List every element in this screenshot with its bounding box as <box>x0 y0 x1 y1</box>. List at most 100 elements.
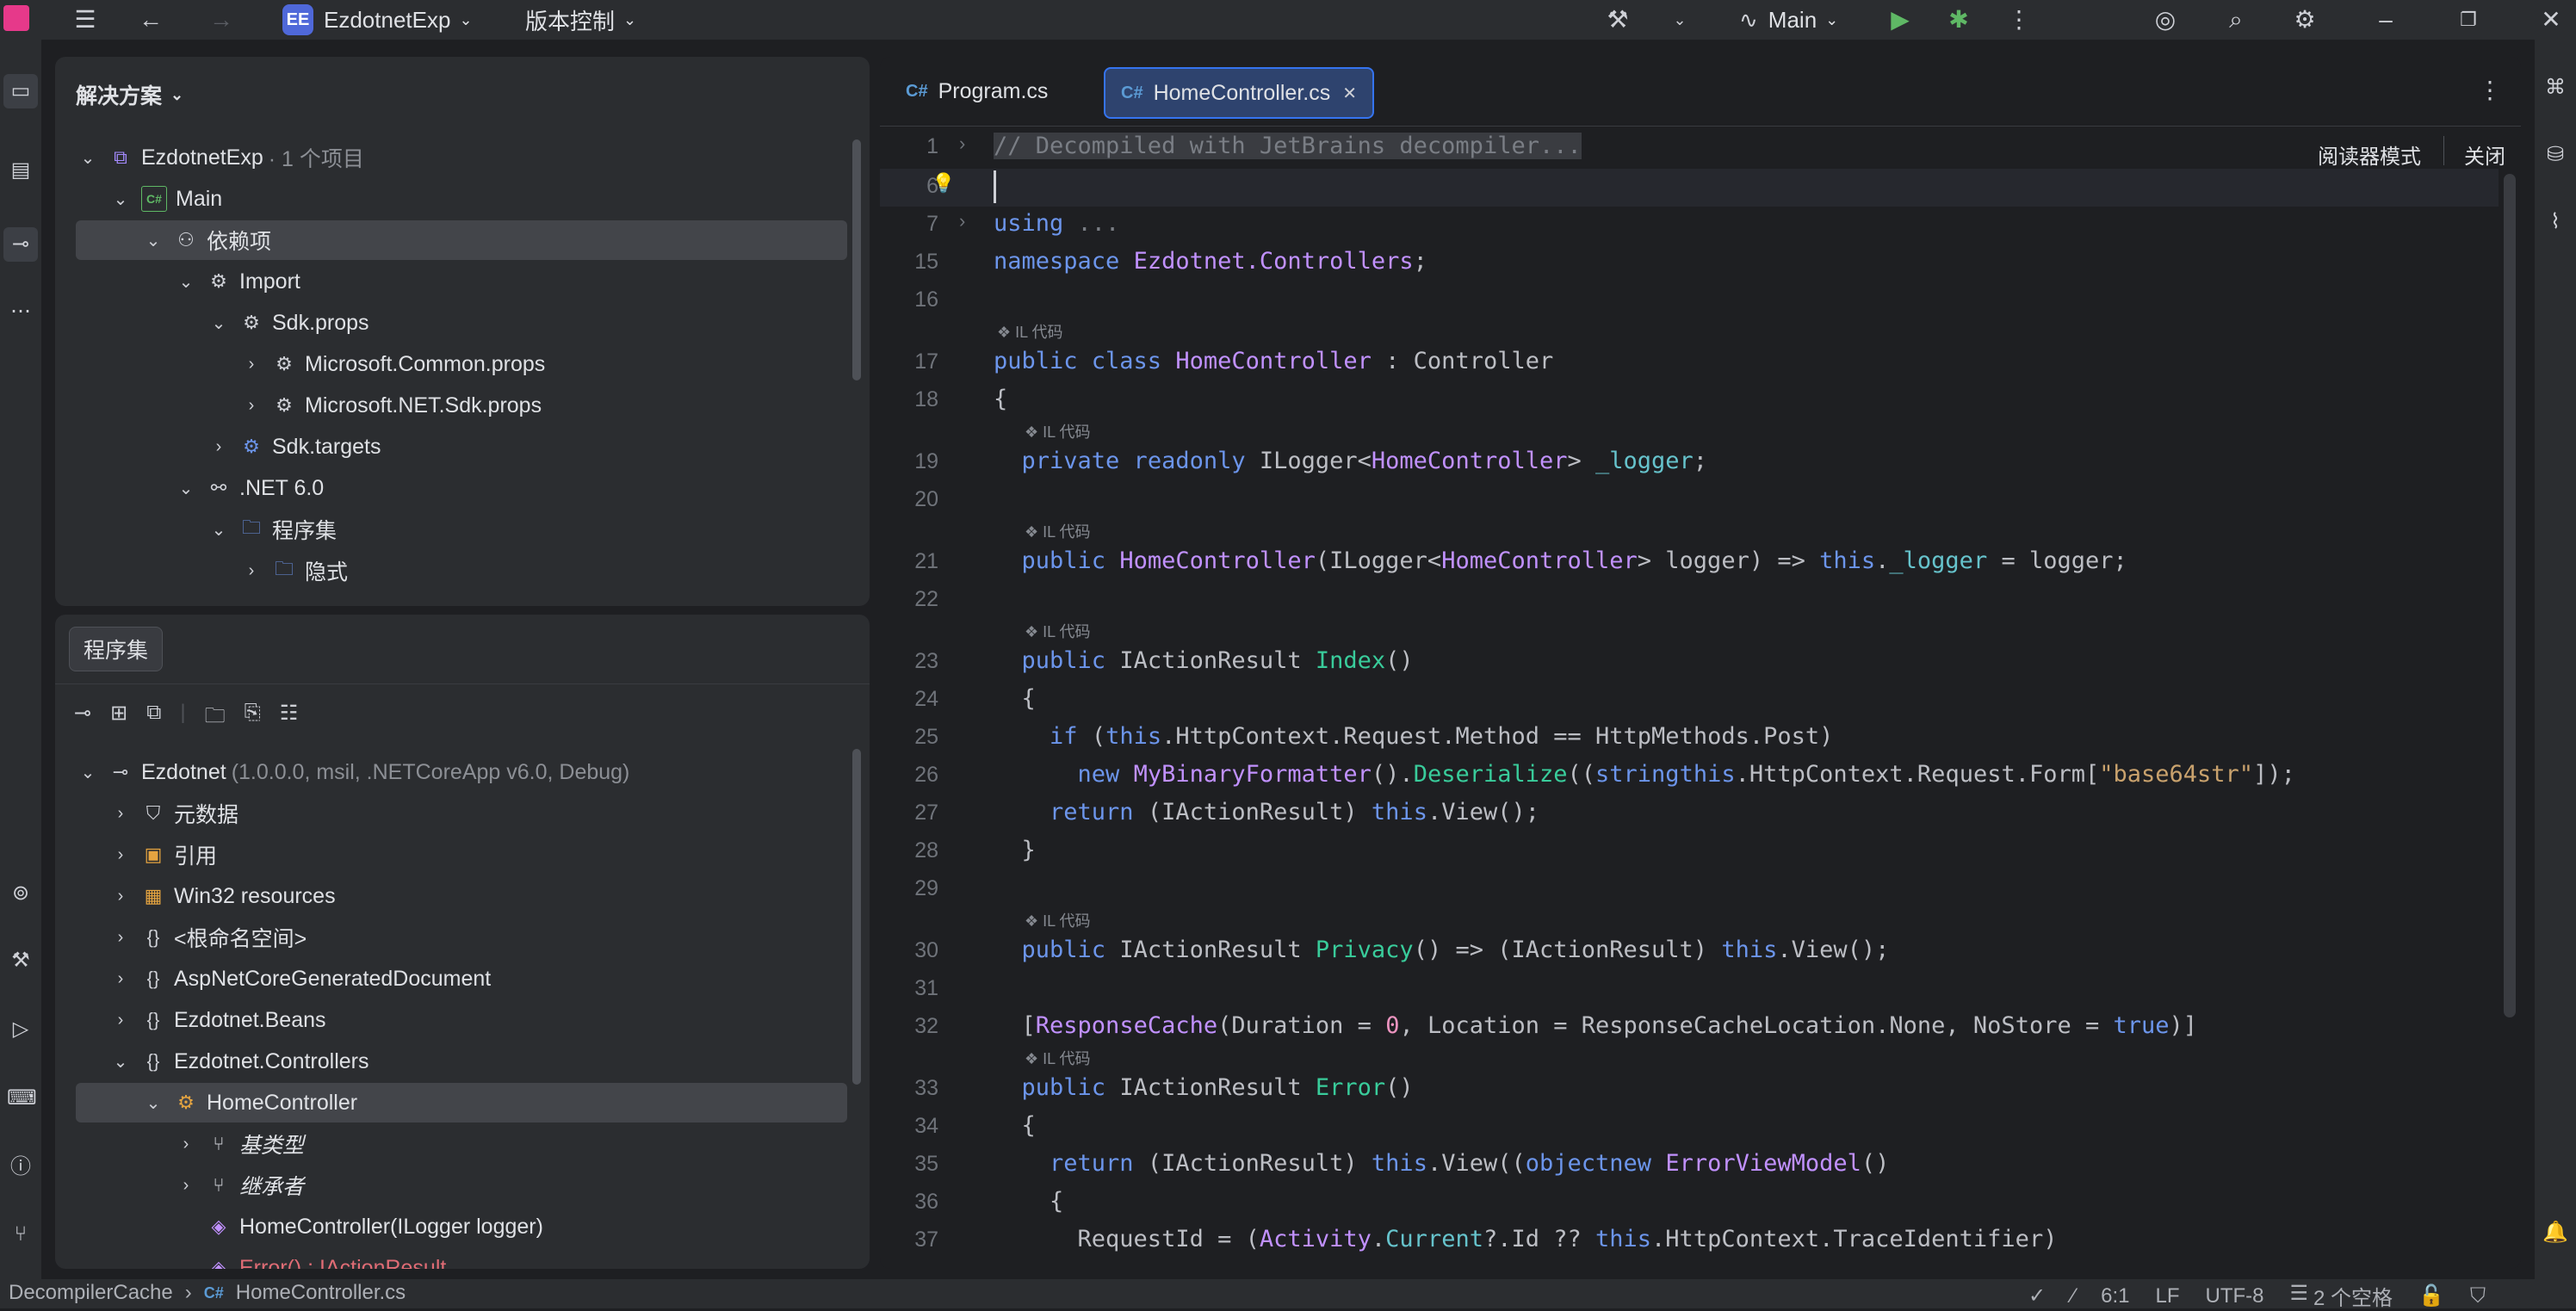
run-tool-icon[interactable]: ▷ <box>7 1016 34 1043</box>
code-line[interactable]: { <box>994 685 1036 712</box>
code-line[interactable]: } <box>994 837 1036 863</box>
settings-gear-icon[interactable]: ⚙ <box>2292 7 2318 33</box>
code-line[interactable]: { <box>994 386 1007 412</box>
code-line[interactable]: using ... <box>994 210 1119 237</box>
code-line[interactable]: namespace Ezdotnet.Controllers; <box>994 248 1441 275</box>
restore-icon[interactable]: ❐ <box>2455 7 2481 33</box>
project-selector[interactable]: EE EzdotnetExp ⌄ <box>282 0 473 40</box>
code-line[interactable]: if (this.HttpContext.Request.Method == H… <box>994 723 1833 750</box>
il-code-hint[interactable]: ❖ IL 代码 <box>1025 909 1091 931</box>
tree-item-assemblies[interactable]: ⌄ 🗀 程序集 <box>210 510 337 549</box>
services-icon[interactable]: ⊚ <box>7 880 34 907</box>
fold-expand-icon[interactable]: › <box>959 210 965 232</box>
build-hammer-icon[interactable]: ⚒ <box>1605 7 1631 33</box>
terminal-icon[interactable]: ⌨ <box>7 1085 37 1112</box>
editor-scrollbar[interactable] <box>2504 174 2516 1017</box>
shield-icon[interactable]: ⛉ <box>2470 1284 2486 1308</box>
tree-item-metadata[interactable]: › ⛉ 元数据 <box>112 794 238 833</box>
build-tool-icon[interactable]: ⚒ <box>7 947 34 974</box>
main-menu-icon[interactable]: ☰ <box>72 7 98 33</box>
caret-position[interactable]: 6:1 <box>2101 1284 2129 1308</box>
code-line[interactable]: private readonly ILogger<HomeController>… <box>994 448 1708 474</box>
chevron-down-icon[interactable]: ⌄ <box>1667 7 1693 33</box>
code-line[interactable]: { <box>994 1188 1063 1215</box>
reader-close-button[interactable]: 关闭 <box>2464 139 2505 170</box>
forward-icon[interactable]: → <box>208 7 234 33</box>
tree-item-import[interactable]: ⌄ ⚙ Import <box>177 262 300 301</box>
tree-item-controllers[interactable]: ⌄ {} Ezdotnet.Controllers <box>112 1042 369 1081</box>
tree-options-icon[interactable]: ☷ <box>280 701 299 736</box>
close-tab-icon[interactable]: ✕ <box>1342 83 1357 104</box>
code-line[interactable]: return (IActionResult) this.View(); <box>994 799 1539 826</box>
profiler-icon[interactable]: ⌇ <box>2542 208 2569 236</box>
line-separator[interactable]: LF <box>2156 1284 2180 1308</box>
tree-item-assembly[interactable]: ⌄ ⊸ Ezdotnet (1.0.0.0, msil, .NETCoreApp… <box>79 752 630 792</box>
close-window-icon[interactable]: ✕ <box>2538 7 2564 33</box>
read-only-lock-icon[interactable]: 🔓 <box>2418 1283 2444 1308</box>
breadcrumb-item[interactable]: HomeController.cs <box>236 1281 406 1305</box>
open-assembly-icon[interactable]: ⊸ <box>74 701 91 736</box>
il-code-hint[interactable]: ❖ IL 代码 <box>1025 1047 1091 1069</box>
tree-item-constructor[interactable]: ◈ HomeController(ILogger logger) <box>207 1207 543 1246</box>
tree-item-root-namespace[interactable]: › {} <根命名空间> <box>112 918 307 957</box>
search-icon[interactable]: ⌕ <box>2223 7 2249 33</box>
tree-item-generated-document[interactable]: › {} AspNetCoreGeneratedDocument <box>112 959 492 999</box>
debug-icon[interactable]: ✱ <box>1946 7 1972 33</box>
breadcrumb-item[interactable]: DecompilerCache <box>9 1281 173 1305</box>
solution-header[interactable]: 解决方案 ⌄ <box>76 79 183 110</box>
tree-item-implicit[interactable]: › 🗀 隐式 <box>243 551 348 591</box>
code-line[interactable]: public IActionResult Privacy() => (IActi… <box>994 937 1890 963</box>
code-line[interactable]: { <box>994 1112 1036 1139</box>
tree-item-net-sdk-props[interactable]: › ⚙ Microsoft.NET.Sdk.props <box>243 386 542 425</box>
tree-item-inheritors[interactable]: › ⑂ 继承者 <box>177 1166 304 1205</box>
tree-item-beans[interactable]: › {} Ezdotnet.Beans <box>112 1000 326 1040</box>
tree-item-home-controller[interactable]: ⌄ ⚙ HomeController <box>76 1083 847 1122</box>
il-code-hint[interactable]: ❖ IL 代码 <box>1025 620 1091 642</box>
tree-item-win32-resources[interactable]: › ▦ Win32 resources <box>112 876 336 916</box>
database-icon[interactable]: ⛁ <box>2542 141 2569 169</box>
tree-item-sdk-targets[interactable]: › ⚙ Sdk.targets <box>210 427 381 467</box>
il-code-hint[interactable]: ❖ IL 代码 <box>997 320 1063 343</box>
ai-assistant-icon[interactable]: ◎ <box>2152 7 2178 33</box>
tree-item-error-method[interactable]: ◈ Error() : IActionResult <box>207 1248 447 1270</box>
tab-actions-icon[interactable]: ⋮ <box>2478 76 2502 104</box>
tree-item-project[interactable]: ⌄ C# Main <box>112 179 222 219</box>
tree-item-base-types[interactable]: › ⑂ 基类型 <box>177 1124 304 1164</box>
open-from-gac-icon[interactable]: ⧉ <box>146 701 161 736</box>
run-icon[interactable]: ▶ <box>1887 7 1913 33</box>
run-config-selector[interactable]: ∿ Main ⌄ <box>1739 0 1838 40</box>
code-line[interactable]: [ResponseCache(Duration = 0, Location = … <box>994 1012 2198 1039</box>
assembly-panel-title[interactable]: 程序集 <box>69 627 164 671</box>
tree-item-references[interactable]: › ▣ 引用 <box>112 835 217 875</box>
minimize-icon[interactable]: – <box>2373 7 2399 33</box>
scrollbar[interactable] <box>852 139 861 380</box>
notifications-icon[interactable]: 🔔 <box>2542 1219 2569 1246</box>
fold-expand-icon[interactable]: › <box>959 133 965 155</box>
tree-item-sdk-props[interactable]: ⌄ ⚙ Sdk.props <box>210 303 369 343</box>
code-line[interactable]: new MyBinaryFormatter().Deserialize((str… <box>994 761 2295 788</box>
scrollbar[interactable] <box>852 749 861 1085</box>
inspection-ok-icon[interactable]: ✓ <box>2028 1283 2046 1308</box>
file-encoding[interactable]: UTF-8 <box>2206 1284 2264 1308</box>
il-code-hint[interactable]: ❖ IL 代码 <box>1025 420 1091 442</box>
tree-item-dependencies[interactable]: ⌄ ⚇ 依赖项 <box>76 220 847 260</box>
structure-icon[interactable]: ▤ <box>7 157 34 184</box>
indent-widget[interactable]: ☰ 2 个空格 <box>2290 1281 2393 1311</box>
tab-program-cs[interactable]: C# Program.cs <box>890 67 1063 115</box>
tree-item-solution[interactable]: ⌄ ⧉ EzdotnetExp · 1 个项目 <box>79 138 364 177</box>
ai-status-icon[interactable]: ⁄ <box>2071 1284 2075 1308</box>
more-actions-icon[interactable]: ⋮ <box>2006 7 2032 33</box>
tree-item-net6[interactable]: ⌄ ⚯ .NET 6.0 <box>177 468 325 508</box>
code-line[interactable]: public IActionResult Index() <box>994 647 1414 674</box>
problems-icon[interactable]: ⓘ <box>7 1153 34 1181</box>
ai-chat-icon[interactable]: ⌘ <box>2542 74 2569 102</box>
vcs-menu[interactable]: 版本控制 ⌄ <box>525 0 636 40</box>
code-line[interactable]: public class HomeController : Controller <box>994 348 1553 374</box>
folder-icon[interactable]: ▭ <box>3 74 38 108</box>
code-line[interactable]: // Decompiled with JetBrains decompiler.… <box>994 133 1582 159</box>
code-line[interactable]: public HomeController(ILogger<HomeContro… <box>994 547 2127 574</box>
save-list-icon[interactable]: ⎘ <box>245 701 261 736</box>
open-folder-icon[interactable]: 🗀 <box>205 701 226 736</box>
code-line[interactable]: return (IActionResult) this.View((object… <box>994 1150 1889 1177</box>
add-folder-icon[interactable]: ⊞ <box>110 701 127 736</box>
